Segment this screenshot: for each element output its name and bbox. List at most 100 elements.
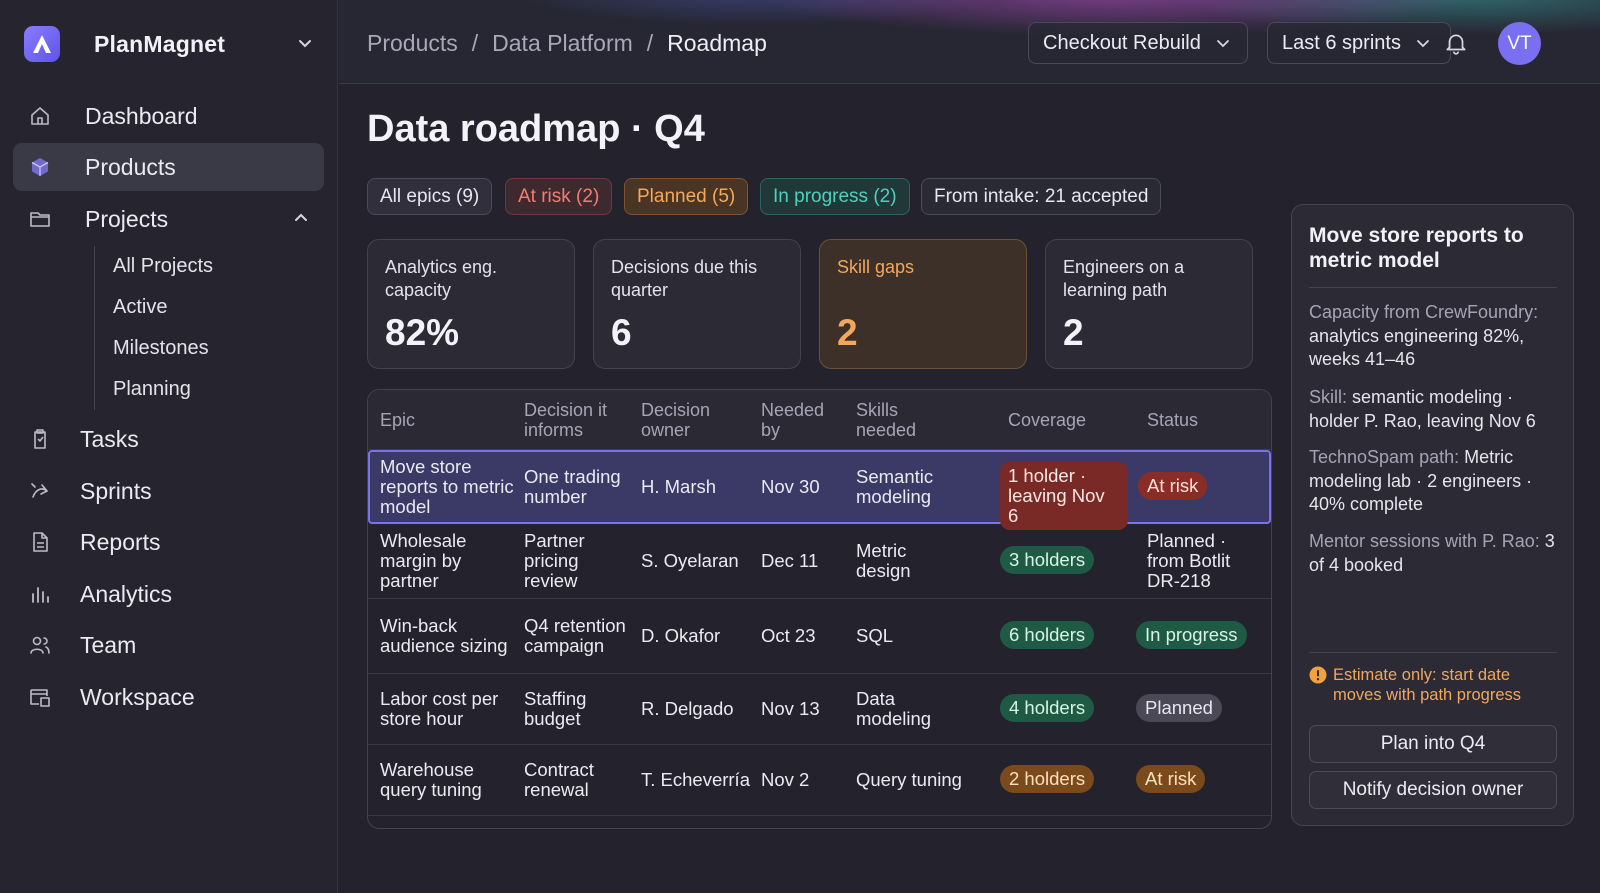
app-name: PlanMagnet <box>94 30 226 57</box>
filter-chip-all[interactable]: All epics (9) <box>367 178 493 215</box>
subnav-item-active[interactable]: Active <box>95 287 314 328</box>
divider <box>1309 652 1557 653</box>
column-header-status[interactable]: Status <box>1147 410 1198 430</box>
cell-coverage: 3 holders <box>1000 546 1095 574</box>
cell-owner: T. Echeverría <box>641 769 750 790</box>
stat-card-capacity: Analytics eng. capacity 82% <box>367 239 575 369</box>
column-header-skills[interactable]: Skills needed <box>856 400 936 440</box>
status-badge: At risk <box>1138 472 1208 500</box>
page-title: Data roadmap · Q4 <box>367 108 705 150</box>
cell-status: In progress <box>1136 621 1247 649</box>
workspace-switcher[interactable]: PlanMagnet <box>24 24 314 64</box>
warning-icon <box>1309 666 1327 684</box>
cell-owner: D. Okafor <box>641 625 721 646</box>
cell-needed-by: Oct 23 <box>761 625 816 646</box>
document-icon <box>33 532 48 552</box>
subnav-item-milestones[interactable]: Milestones <box>95 328 314 369</box>
cell-owner: R. Delgado <box>641 698 734 719</box>
bar-chart-icon <box>32 587 49 603</box>
mentor-info: Mentor sessions with P. Rao: 3 of 4 book… <box>1309 530 1561 577</box>
epics-table: Epic Decision it informs Decision owner … <box>367 389 1272 829</box>
table-row[interactable]: Labor cost per store hour Staffing budge… <box>368 674 1271 745</box>
stat-card-learning-path: Engineers on a learning path 2 <box>1045 239 1253 369</box>
breadcrumb-separator: / <box>471 30 479 56</box>
stat-value: 82% <box>385 312 460 353</box>
cell-owner: H. Marsh <box>641 476 717 497</box>
filter-chip-in-progress[interactable]: In progress (2) <box>760 178 910 215</box>
notify-decision-owner-button[interactable]: Notify decision owner <box>1309 771 1557 809</box>
sidebar-item-dashboard[interactable]: Dashboard <box>13 92 324 140</box>
cell-coverage: 2 holders <box>1000 765 1095 793</box>
sidebar-item-label: Tasks <box>80 425 139 452</box>
cell-decision: Partner pricing review <box>524 530 585 591</box>
stat-card-decisions: Decisions due this quarter 6 <box>593 239 801 369</box>
projects-subnav: All Projects Active Milestones Planning <box>94 246 314 410</box>
breadcrumb-products[interactable]: Products <box>367 30 458 57</box>
column-header-coverage[interactable]: Coverage <box>1008 410 1086 430</box>
filter-chip-intake[interactable]: From intake: 21 accepted <box>921 178 1162 215</box>
table-row[interactable]: Wholesale margin by partner Partner pric… <box>368 524 1271 599</box>
sidebar-item-projects[interactable]: Projects <box>13 195 324 243</box>
cell-epic: Move store reports to metric model <box>380 456 514 517</box>
filter-chip-at-risk[interactable]: At risk (2) <box>505 178 613 215</box>
project-select[interactable]: Checkout Rebuild <box>1028 22 1248 64</box>
stat-card-skill-gaps[interactable]: Skill gaps 2 <box>819 239 1027 369</box>
avatar[interactable]: VT <box>1498 22 1541 65</box>
sidebar-item-team[interactable]: Team <box>13 621 324 669</box>
cell-coverage: 1 holder · leaving Nov 6 <box>1000 462 1128 530</box>
path-label: TechnoSpam path: <box>1309 447 1460 467</box>
cell-coverage: 4 holders <box>1000 694 1095 722</box>
sidebar-item-tasks[interactable]: Tasks <box>13 415 324 463</box>
table-row[interactable]: Move store reports to metric model One t… <box>368 450 1271 530</box>
breadcrumb-data-platform[interactable]: Data Platform <box>492 30 633 57</box>
stat-label: Analytics eng. capacity <box>385 257 498 300</box>
column-header-epic[interactable]: Epic <box>380 410 415 430</box>
divider <box>1309 287 1557 288</box>
capacity-label: Capacity from CrewFoundry: <box>1309 302 1539 322</box>
column-header-decision[interactable]: Decision it informs <box>524 400 624 440</box>
date-range-select[interactable]: Last 6 sprints <box>1267 22 1451 64</box>
skill-label: Skill: <box>1309 387 1348 407</box>
cube-icon <box>31 158 49 176</box>
cell-decision: One trading number <box>524 466 621 507</box>
cell-decision: Q4 retention campaign <box>524 615 626 656</box>
column-header-needed-by[interactable]: Needed by <box>761 400 841 440</box>
stat-label: Decisions due this quarter <box>611 257 758 300</box>
plan-into-q4-button[interactable]: Plan into Q4 <box>1309 725 1557 763</box>
coverage-badge: 1 holder · leaving Nov 6 <box>1000 462 1128 530</box>
cell-needed-by: Dec 11 <box>761 550 819 571</box>
subnav-item-planning[interactable]: Planning <box>95 369 314 410</box>
chevron-down-icon <box>1216 40 1229 48</box>
sidebar-item-products[interactable]: Products <box>13 143 324 191</box>
cell-epic: Labor cost per store hour <box>380 688 499 729</box>
stat-value: 6 <box>611 312 632 353</box>
table-header: Epic Decision it informs Decision owner … <box>368 390 1271 450</box>
column-header-owner[interactable]: Decision owner <box>641 400 721 440</box>
sidebar-item-sprints[interactable]: Sprints <box>13 467 324 515</box>
sidebar-item-label: Workspace <box>80 683 195 710</box>
cell-status: At risk <box>1138 472 1208 500</box>
bell-icon[interactable] <box>1443 30 1469 56</box>
filter-chip-planned[interactable]: Planned (5) <box>624 178 749 215</box>
breadcrumb: Products / Data Platform / Roadmap <box>367 30 767 57</box>
sidebar-item-label: Sprints <box>80 477 152 504</box>
breadcrumb-roadmap: Roadmap <box>667 30 767 56</box>
clipboard-icon <box>34 429 46 449</box>
status-badge: At risk <box>1136 765 1206 793</box>
chevron-up-icon[interactable] <box>292 209 310 227</box>
sidebar-item-reports[interactable]: Reports <box>13 518 324 566</box>
sidebar-item-workspace[interactable]: Workspace <box>13 673 324 721</box>
cell-skills: Semantic modeling <box>856 466 934 507</box>
people-icon <box>30 636 50 654</box>
sprint-icon <box>31 483 49 498</box>
epic-detail-panel: Move store reports to metric model Capac… <box>1291 204 1574 826</box>
top-bar: Products / Data Platform / Roadmap Check… <box>339 0 1600 84</box>
cell-epic: Win-back audience sizing <box>380 615 508 656</box>
stat-value: 2 <box>837 312 858 353</box>
sidebar-item-analytics[interactable]: Analytics <box>13 570 324 618</box>
table-row[interactable]: Win-back audience sizing Q4 retention ca… <box>368 599 1271 674</box>
subnav-item-all-projects[interactable]: All Projects <box>95 246 314 287</box>
table-row[interactable]: Warehouse query tuning Contract renewal … <box>368 745 1271 816</box>
estimate-text: Estimate only: start date moves with pat… <box>1333 666 1522 704</box>
stat-label: Engineers on a learning path <box>1063 257 1185 300</box>
